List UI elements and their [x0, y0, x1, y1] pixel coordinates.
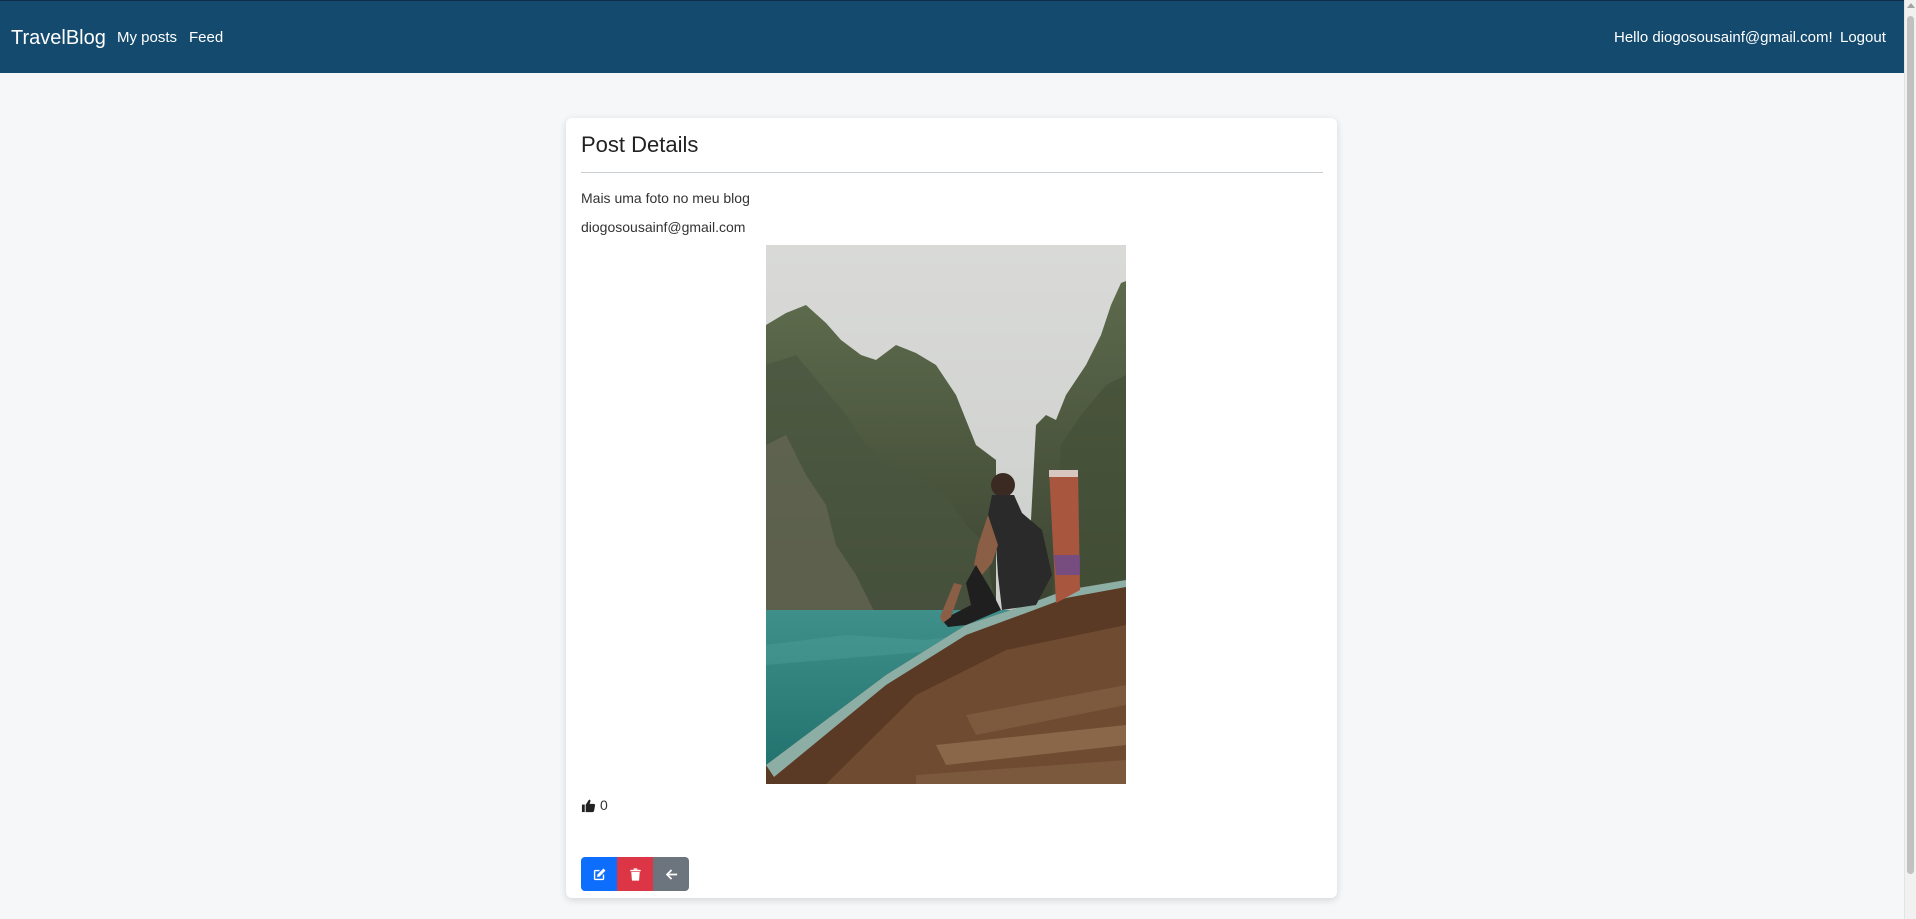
nav-feed[interactable]: Feed — [189, 29, 223, 47]
title-divider — [581, 172, 1323, 173]
likes-counter[interactable]: 0 — [581, 795, 608, 815]
post-details-card: Post Details Mais uma foto no meu blog d… — [566, 118, 1337, 898]
brand-link[interactable]: TravelBlog — [11, 26, 106, 50]
nav-my-posts[interactable]: My posts — [117, 29, 177, 47]
arrow-left-icon — [665, 868, 677, 880]
likes-count: 0 — [600, 797, 608, 813]
delete-post-button[interactable] — [617, 857, 653, 891]
logout-link[interactable]: Logout — [1840, 29, 1886, 47]
page-scrollbar[interactable] — [1904, 0, 1916, 919]
trash-icon — [629, 867, 641, 881]
scrollbar-thumb[interactable] — [1907, 16, 1914, 874]
page-title: Post Details — [581, 132, 699, 157]
post-image — [766, 245, 1126, 784]
back-button[interactable] — [653, 857, 689, 891]
user-greeting: Hello diogosousainf@gmail.com! — [1614, 29, 1833, 46]
thumbs-up-icon[interactable] — [581, 798, 596, 813]
post-author: diogosousainf@gmail.com — [581, 219, 746, 235]
edit-post-button[interactable] — [581, 857, 617, 891]
post-actions — [581, 857, 689, 891]
post-photo-illustration — [766, 245, 1126, 784]
post-caption: Mais uma foto no meu blog — [581, 190, 750, 206]
scroll-up-arrow-icon[interactable] — [1907, 3, 1915, 8]
edit-icon — [593, 868, 605, 880]
top-navbar: TravelBlog My posts Feed Hello diogosous… — [0, 0, 1904, 73]
